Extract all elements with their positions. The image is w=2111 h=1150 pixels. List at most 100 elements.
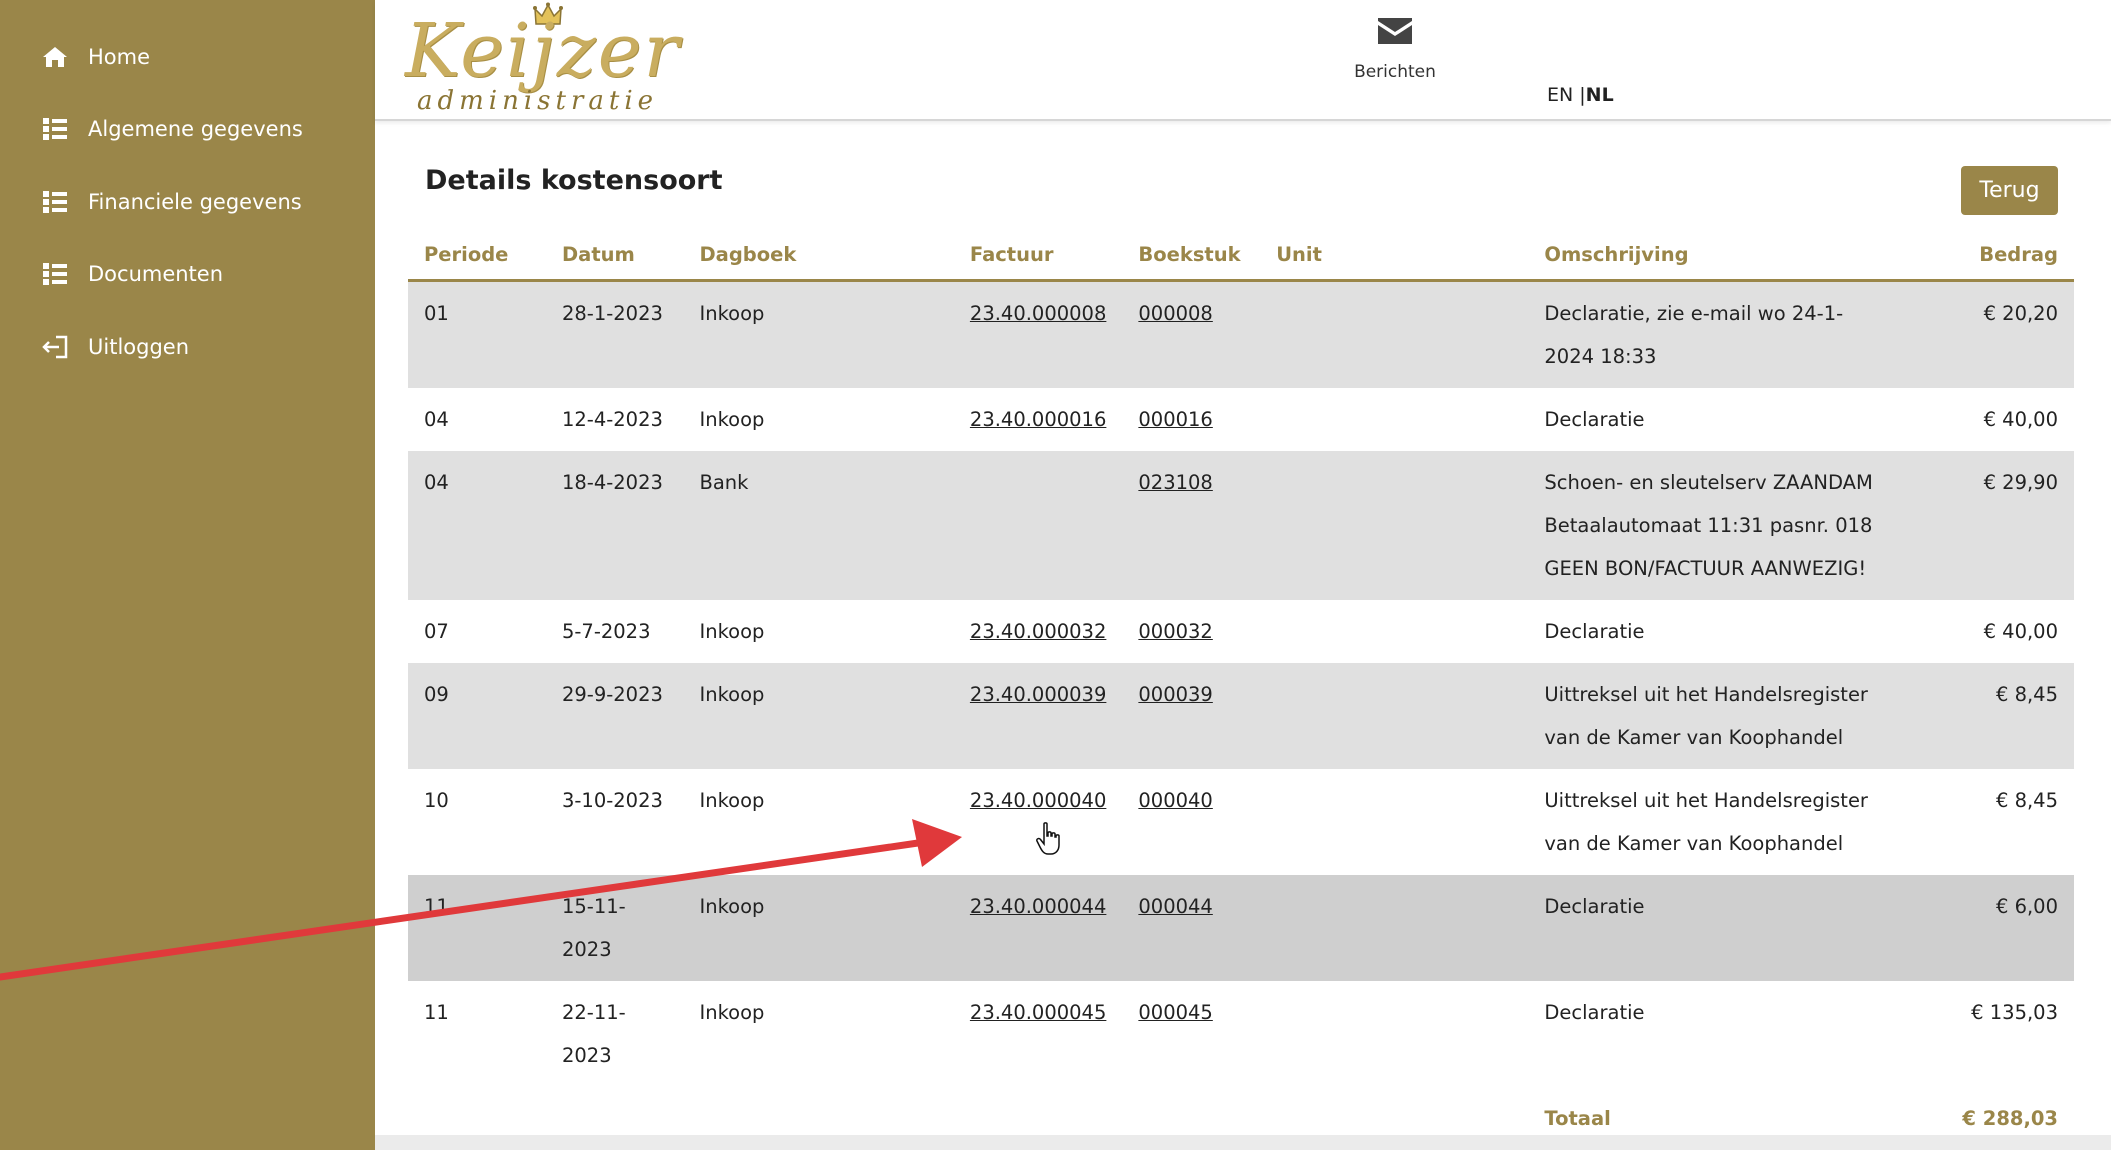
- cell-dagboek: Inkoop: [683, 662, 954, 769]
- lang-en-link[interactable]: EN: [1547, 84, 1573, 106]
- cell-bedrag: € 29,90: [1895, 450, 2074, 600]
- boekstuk-link[interactable]: 000039: [1138, 683, 1212, 706]
- cell-unit: [1260, 450, 1529, 600]
- table-row: 01 28-1-2023 Inkoop 23.40.000008 000008 …: [408, 280, 2074, 388]
- cell-datum: 5-7-2023: [561, 619, 651, 643]
- cell-omschrijving: Uittreksel uit het Handelsregister van d…: [1544, 788, 1868, 855]
- sidebar-item-home[interactable]: Home: [40, 42, 150, 72]
- cell-dagboek: Bank: [683, 450, 954, 600]
- table-row: 11 15-11-2023 Inkoop 23.40.000044 000044…: [408, 874, 2074, 981]
- column-header-unit[interactable]: Unit: [1260, 231, 1529, 282]
- logo[interactable]: Keijzer administratie: [405, 2, 685, 118]
- cell-omschrijving: Declaratie, zie e-mail wo 24-1-2024 18:3…: [1528, 280, 1896, 388]
- sidebar: Home Algemene gegevens Financiele gegeve…: [0, 0, 375, 1150]
- cell-omschrijving: Declaratie: [1528, 874, 1896, 981]
- boekstuk-link[interactable]: 000045: [1138, 1001, 1212, 1024]
- cell-boekstuk: 000044: [1122, 874, 1261, 981]
- cell-unit: [1260, 981, 1528, 1087]
- back-button[interactable]: Terug: [1961, 166, 2058, 215]
- cell-periode: 09: [408, 662, 546, 769]
- cell-periode: 04: [408, 450, 546, 600]
- cell-periode: 07: [424, 619, 449, 643]
- table-header-row: Periode Datum Dagboek Factuur Boekstuk U…: [408, 231, 2074, 282]
- cell-datum: 12-4-2023: [561, 407, 663, 431]
- cell-factuur: 23.40.000045: [954, 981, 1122, 1087]
- column-header-factuur[interactable]: Factuur: [953, 231, 1123, 282]
- sidebar-item-documenten[interactable]: Documenten: [40, 259, 223, 289]
- language-switch: EN |NL: [1547, 84, 1614, 106]
- boekstuk-link[interactable]: 023108: [1138, 471, 1212, 494]
- cell-boekstuk: 000039: [1122, 662, 1261, 769]
- cell-boekstuk: 000008: [1122, 280, 1261, 388]
- column-header-dagboek[interactable]: Dagboek: [683, 231, 954, 282]
- boekstuk-link[interactable]: 000008: [1138, 302, 1212, 325]
- cell-dagboek: Inkoop: [683, 874, 954, 981]
- factuur-link[interactable]: 23.40.000044: [970, 895, 1106, 918]
- cell-boekstuk: 000032: [1122, 600, 1260, 663]
- boekstuk-link[interactable]: 000032: [1138, 620, 1212, 643]
- cell-omschrijving: Declaratie: [1544, 1000, 1645, 1024]
- cell-unit: [1260, 662, 1529, 769]
- table-row: 10 3-10-2023 Inkoop 23.40.000040 000040 …: [408, 769, 2074, 875]
- cell-omschrijving: Schoen- en sleutelserv ZAANDAM Betaalaut…: [1528, 450, 1896, 600]
- cell-periode: 10: [424, 788, 449, 812]
- boekstuk-link[interactable]: 000044: [1138, 895, 1212, 918]
- cell-datum: 15-11-2023: [545, 874, 684, 981]
- page-title: Details kostensoort: [425, 165, 723, 196]
- logout-icon: [40, 332, 70, 362]
- boekstuk-link[interactable]: 000016: [1138, 408, 1212, 431]
- boekstuk-link[interactable]: 000040: [1138, 789, 1212, 812]
- sidebar-item-financiele-gegevens[interactable]: Financiele gegevens: [40, 187, 302, 217]
- sidebar-item-label: Home: [88, 45, 151, 69]
- logo-title: Keijzer: [405, 8, 681, 94]
- column-header-boekstuk[interactable]: Boekstuk: [1122, 231, 1261, 282]
- column-header-bedrag[interactable]: Bedrag: [1895, 231, 2074, 282]
- table-row: 04 12-4-2023 Inkoop 23.40.000016 000016 …: [408, 388, 2074, 451]
- cell-factuur: 23.40.000039: [953, 662, 1123, 769]
- cell-boekstuk: 023108: [1122, 450, 1261, 600]
- cell-bedrag: € 8,45: [1995, 788, 2058, 812]
- table-row: 07 5-7-2023 Inkoop 23.40.000032 000032 D…: [408, 600, 2074, 663]
- cell-periode: 01: [408, 280, 546, 388]
- cell-boekstuk: 000045: [1122, 981, 1260, 1087]
- cell-dagboek: Inkoop: [699, 1000, 765, 1024]
- factuur-link[interactable]: 23.40.000008: [970, 302, 1106, 325]
- cell-dagboek: Inkoop: [699, 407, 765, 431]
- cell-factuur: 23.40.000016: [954, 388, 1122, 451]
- sidebar-item-uitloggen[interactable]: Uitloggen: [40, 332, 189, 362]
- cell-boekstuk: 000040: [1122, 769, 1260, 875]
- sidebar-item-label: Algemene gegevens: [88, 117, 303, 141]
- cell-periode: 04: [424, 407, 449, 431]
- pointer-hand-icon: [1036, 822, 1060, 855]
- factuur-link[interactable]: 23.40.000040: [970, 789, 1106, 812]
- cell-dagboek: Inkoop: [683, 280, 954, 388]
- top-header: Keijzer administratie Berichten EN |NL: [375, 0, 2111, 121]
- cell-bedrag: € 8,45: [1895, 662, 2074, 769]
- cell-datum: 29-9-2023: [545, 662, 684, 769]
- table-row: 09 29-9-2023 Inkoop 23.40.000039 000039 …: [408, 662, 2074, 769]
- factuur-link[interactable]: 23.40.000045: [970, 1001, 1106, 1024]
- list-icon: [40, 259, 70, 289]
- factuur-link[interactable]: 23.40.000016: [970, 408, 1106, 431]
- lang-nl-link[interactable]: NL: [1586, 84, 1614, 106]
- sidebar-item-algemene-gegevens[interactable]: Algemene gegevens: [40, 114, 303, 144]
- column-header-datum[interactable]: Datum: [545, 231, 684, 282]
- column-header-periode[interactable]: Periode: [408, 231, 546, 282]
- factuur-link[interactable]: 23.40.000032: [970, 620, 1106, 643]
- logo-subtitle: administratie: [417, 86, 659, 116]
- cell-bedrag: € 40,00: [1983, 619, 2058, 643]
- table-row: 11 22-11-2023 Inkoop 23.40.000045 000045…: [408, 981, 2074, 1087]
- envelope-icon: [1378, 18, 1412, 44]
- footer-bar: [375, 1135, 2111, 1150]
- cell-unit: [1260, 769, 1528, 875]
- cell-omschrijving: Declaratie: [1544, 619, 1645, 643]
- cell-bedrag: € 6,00: [1895, 874, 2074, 981]
- cell-bedrag: € 20,20: [1895, 280, 2074, 388]
- messages-label: Berichten: [1354, 62, 1436, 82]
- sidebar-item-label: Financiele gegevens: [88, 190, 302, 214]
- factuur-link[interactable]: 23.40.000039: [970, 683, 1106, 706]
- main-content: Details kostensoort Terug Periode Datum …: [375, 121, 2111, 1135]
- column-header-omschrijving[interactable]: Omschrijving: [1528, 231, 1896, 282]
- messages-button[interactable]: Berichten: [1340, 18, 1450, 82]
- cell-datum: 22-11-2023: [561, 1000, 626, 1067]
